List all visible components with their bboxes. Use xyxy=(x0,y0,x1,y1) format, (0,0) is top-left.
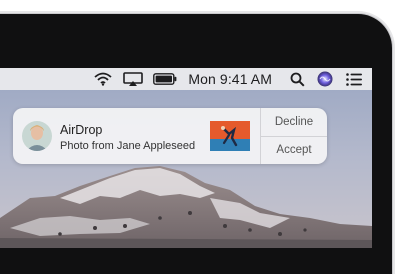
airdrop-notification[interactable]: AirDrop Photo from Jane Appleseed Declin… xyxy=(13,108,327,164)
notification-center-icon[interactable] xyxy=(344,68,364,90)
notification-message: Photo from Jane Appleseed xyxy=(60,140,196,152)
notification-content[interactable]: AirDrop Photo from Jane Appleseed xyxy=(13,108,260,164)
menubar-clock[interactable]: Mon 9:41 AM xyxy=(188,68,272,90)
accept-button[interactable]: Accept xyxy=(261,135,327,165)
decline-button[interactable]: Decline xyxy=(261,108,327,136)
notification-actions: Decline Accept xyxy=(260,108,327,164)
wifi-icon[interactable] xyxy=(92,68,114,90)
spotlight-search-icon[interactable] xyxy=(288,68,306,90)
sender-avatar xyxy=(22,121,52,151)
menu-bar: Mon 9:41 AM xyxy=(0,68,372,90)
notification-app-name: AirDrop xyxy=(60,123,103,137)
photo-thumbnail xyxy=(210,121,250,151)
battery-icon[interactable] xyxy=(152,68,178,90)
siri-icon[interactable] xyxy=(316,68,334,90)
airplay-icon[interactable] xyxy=(122,68,144,90)
